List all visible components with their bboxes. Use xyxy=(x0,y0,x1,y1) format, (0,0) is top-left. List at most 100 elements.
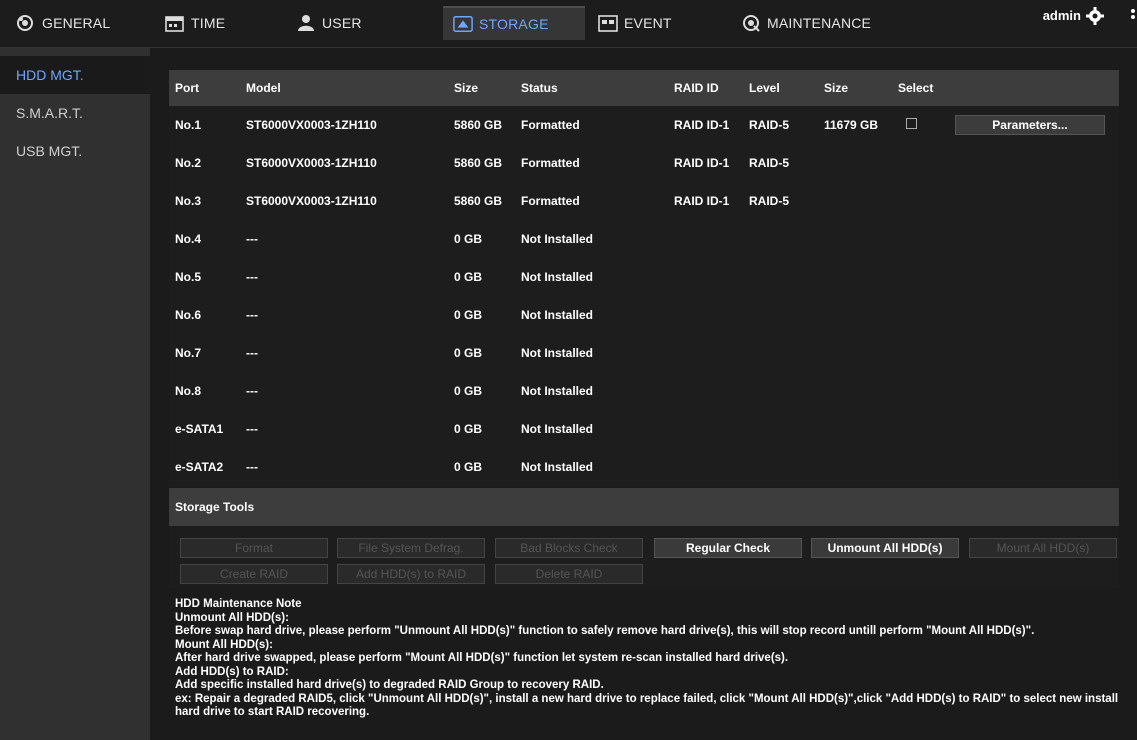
table-row: No.8 --- 0 GB Not Installed xyxy=(169,372,1119,410)
storage-tools-title: Storage Tools xyxy=(169,488,1119,526)
main-panel: Port Model Size Status RAID ID Level Siz… xyxy=(150,48,1137,740)
cell-level: RAID-5 xyxy=(749,118,790,132)
cell-status: Not Installed xyxy=(521,384,594,398)
cell-raid-id: RAID ID-1 xyxy=(674,156,730,170)
note-line: ex: Repair a degraded RAID5, click "Unmo… xyxy=(175,692,1119,719)
cell-status: Not Installed xyxy=(521,270,594,284)
header-select: Select xyxy=(898,81,934,95)
cell-port: No.3 xyxy=(175,194,202,208)
tab-storage[interactable]: STORAGE xyxy=(443,6,585,40)
tab-maintenance[interactable]: MAINTENANCE xyxy=(741,6,871,40)
cell-size: 0 GB xyxy=(454,270,483,284)
cell-model: --- xyxy=(246,346,258,360)
table-row: No.4 --- 0 GB Not Installed xyxy=(169,220,1119,258)
header-raid-size: Size xyxy=(824,81,849,95)
cell-port: e-SATA2 xyxy=(175,460,224,474)
header-level: Level xyxy=(749,81,780,95)
tab-event[interactable]: EVENT xyxy=(598,6,672,40)
cell-port: No.5 xyxy=(175,270,202,284)
cell-status: Formatted xyxy=(521,194,580,208)
table-row: No.7 --- 0 GB Not Installed xyxy=(169,334,1119,372)
cell-size: 0 GB xyxy=(454,308,483,322)
add-hdds-to-raid-button[interactable]: Add HDD(s) to RAID xyxy=(337,564,485,584)
more-options-icon[interactable] xyxy=(1129,6,1137,26)
header-raid-id: RAID ID xyxy=(674,81,719,95)
storage-icon xyxy=(453,15,473,33)
format-button[interactable]: Format xyxy=(180,538,328,558)
cell-size: 5860 GB xyxy=(454,194,503,208)
table-row: No.5 --- 0 GB Not Installed xyxy=(169,258,1119,296)
top-nav-bar: GENERAL TIME USER STORAGE EVENT MAINTENA… xyxy=(0,0,1137,48)
cell-status: Not Installed xyxy=(521,346,594,360)
note-line: Mount All HDD(s): xyxy=(175,638,273,651)
note-line: After hard drive swapped, please perform… xyxy=(175,652,789,664)
unmount-all-hdds-button[interactable]: Unmount All HDD(s) xyxy=(811,538,959,558)
cell-model: --- xyxy=(246,460,258,474)
cell-model: --- xyxy=(246,384,258,398)
tab-event-label: EVENT xyxy=(624,15,672,31)
cell-status: Formatted xyxy=(521,156,580,170)
cell-size: 0 GB xyxy=(454,346,483,360)
maintenance-icon xyxy=(741,14,761,32)
note-line: Add HDD(s) to RAID: xyxy=(175,665,289,678)
table-row: No.6 --- 0 GB Not Installed xyxy=(169,296,1119,334)
calendar-icon xyxy=(165,14,185,32)
note-title: HDD Maintenance Note xyxy=(175,598,302,610)
raid-select-checkbox[interactable] xyxy=(906,118,917,129)
cell-port: e-SATA1 xyxy=(175,422,224,436)
sidebar-item-hdd-mgt[interactable]: HDD MGT. xyxy=(0,56,150,94)
cell-raid-id: RAID ID-1 xyxy=(674,194,730,208)
cell-port: No.1 xyxy=(175,118,202,132)
cell-model: --- xyxy=(246,270,258,284)
table-row: No.1 ST6000VX0003-1ZH110 5860 GB Formatt… xyxy=(169,106,1119,144)
file-system-defrag-button[interactable]: File System Defrag. xyxy=(337,538,485,558)
note-line: Unmount All HDD(s): xyxy=(175,611,289,624)
cell-level: RAID-5 xyxy=(749,156,790,170)
cell-status: Not Installed xyxy=(521,308,594,322)
delete-raid-button[interactable]: Delete RAID xyxy=(495,564,643,584)
bad-blocks-check-button[interactable]: Bad Blocks Check xyxy=(495,538,643,558)
cell-size: 5860 GB xyxy=(454,156,503,170)
cell-status: Not Installed xyxy=(521,460,594,474)
sidebar-item-usb-mgt[interactable]: USB MGT. xyxy=(0,132,150,170)
cell-parameters: Parameters... xyxy=(955,115,1115,135)
sidebar: HDD MGT. S.M.A.R.T. USB MGT. xyxy=(0,48,150,740)
tab-user-label: USER xyxy=(322,15,362,31)
cell-size: 0 GB xyxy=(454,232,483,246)
cell-size: 0 GB xyxy=(454,422,483,436)
tab-general[interactable]: GENERAL xyxy=(16,6,110,40)
cell-status: Formatted xyxy=(521,118,580,132)
cell-model: ST6000VX0003-1ZH110 xyxy=(246,194,377,208)
tab-time-label: TIME xyxy=(191,15,226,31)
sidebar-item-smart[interactable]: S.M.A.R.T. xyxy=(0,94,150,132)
hdd-maintenance-note: HDD Maintenance Note Unmount All HDD(s):… xyxy=(175,598,1135,720)
cell-raid-id: RAID ID-1 xyxy=(674,118,730,132)
header-model: Model xyxy=(246,81,281,95)
cell-model: --- xyxy=(246,422,258,436)
tab-storage-label: STORAGE xyxy=(479,16,549,32)
cell-raid-size: 11679 GB xyxy=(824,118,879,132)
parameters-button[interactable]: Parameters... xyxy=(955,115,1105,135)
mount-all-hdds-button[interactable]: Mount All HDD(s) xyxy=(969,538,1117,558)
create-raid-button[interactable]: Create RAID xyxy=(180,564,328,584)
hdd-table: Port Model Size Status RAID ID Level Siz… xyxy=(169,70,1119,486)
table-row: No.2 ST6000VX0003-1ZH110 5860 GB Formatt… xyxy=(169,144,1119,182)
table-row: e-SATA1 --- 0 GB Not Installed xyxy=(169,410,1119,448)
cell-model: ST6000VX0003-1ZH110 xyxy=(246,156,377,170)
cell-size: 5860 GB xyxy=(454,118,503,132)
cell-status: Not Installed xyxy=(521,232,594,246)
cell-port: No.4 xyxy=(175,232,202,246)
tab-user[interactable]: USER xyxy=(296,6,362,40)
cell-port: No.6 xyxy=(175,308,202,322)
username-label: admin xyxy=(1042,8,1081,23)
header-size: Size xyxy=(454,81,479,95)
regular-check-button[interactable]: Regular Check xyxy=(654,538,802,558)
tab-time[interactable]: TIME xyxy=(165,6,225,40)
cell-level: RAID-5 xyxy=(749,194,790,208)
gear-icon[interactable] xyxy=(1085,6,1105,26)
cell-port: No.2 xyxy=(175,156,202,170)
user-icon xyxy=(296,14,316,32)
cell-model: ST6000VX0003-1ZH110 xyxy=(246,118,377,132)
general-icon xyxy=(16,14,36,32)
cell-port: No.7 xyxy=(175,346,202,360)
